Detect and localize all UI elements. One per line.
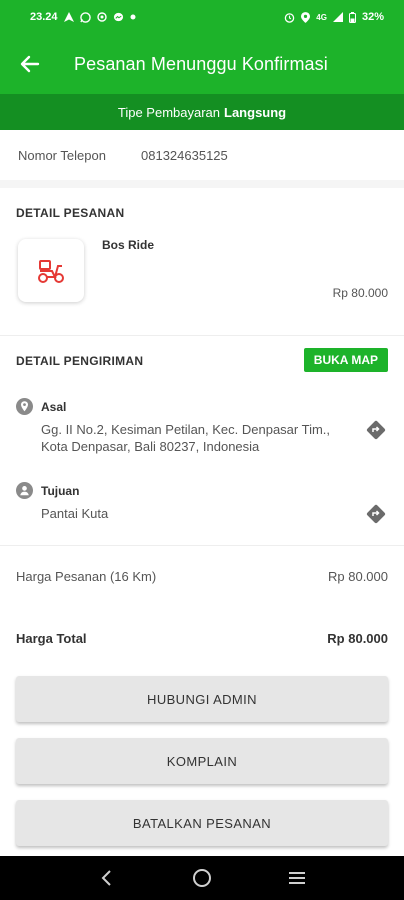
map-pin-icon bbox=[16, 398, 33, 415]
order-price-row: Harga Pesanan (16 Km) Rp 80.000 bbox=[0, 546, 404, 606]
system-nav-bar bbox=[0, 856, 404, 900]
scooter-icon bbox=[38, 259, 64, 283]
origin-address-line1: Gg. II No.2, Kesiman Petilan, Kec. Denpa… bbox=[41, 422, 331, 437]
alarm-icon bbox=[284, 12, 295, 23]
person-pin-icon bbox=[16, 482, 33, 499]
phone-row: Nomor Telepon 081324635125 bbox=[0, 130, 404, 188]
home-circle-icon bbox=[192, 869, 211, 887]
directions-icon[interactable] bbox=[366, 420, 386, 440]
status-bar: 23.24 4G 32% bbox=[0, 0, 404, 34]
destination-address: Pantai Kuta bbox=[41, 506, 109, 521]
origin-address-line2: Kota Denpasar, Bali 80237, Indonesia bbox=[41, 439, 260, 454]
origin-label: Asal bbox=[41, 399, 67, 414]
total-price-label: Harga Total bbox=[16, 630, 87, 646]
order-price-value: Rp 80.000 bbox=[328, 568, 388, 584]
nav-back-button[interactable] bbox=[92, 863, 122, 893]
order-detail-section: DETAIL PESANAN Bos Ride Rp 80.000 bbox=[0, 188, 404, 336]
product-thumbnail bbox=[18, 239, 84, 302]
status-right: 4G 32% bbox=[284, 11, 384, 23]
network-type: 4G bbox=[316, 12, 327, 22]
navigation-icon bbox=[63, 12, 74, 22]
delivery-detail-title: DETAIL PENGIRIMAN bbox=[16, 354, 144, 368]
page-title: Pesanan Menunggu Konfirmasi bbox=[74, 53, 328, 74]
signal-icon bbox=[332, 12, 343, 22]
phone-label: Nomor Telepon bbox=[18, 147, 106, 163]
back-button[interactable] bbox=[16, 50, 44, 78]
directions-icon[interactable] bbox=[366, 504, 386, 524]
product-price: Rp 80.000 bbox=[332, 286, 388, 300]
contact-admin-button[interactable]: HUBUNGI ADMIN bbox=[16, 676, 388, 722]
origin-location: Asal Gg. II No.2, Kesiman Petilan, Kec. … bbox=[16, 398, 388, 455]
chevron-left-icon bbox=[101, 870, 112, 886]
payment-type-label: Tipe Pembayaran bbox=[117, 104, 221, 120]
destination-location: Tujuan Pantai Kuta bbox=[16, 482, 388, 524]
status-left: 23.24 bbox=[30, 11, 136, 23]
origin-header: Asal bbox=[16, 398, 388, 415]
origin-address: Gg. II No.2, Kesiman Petilan, Kec. Denpa… bbox=[41, 421, 361, 455]
payment-type-banner: Tipe Pembayaran Langsung bbox=[0, 94, 404, 130]
dot-icon bbox=[130, 14, 136, 20]
content: Nomor Telepon 081324635125 DETAIL PESANA… bbox=[0, 130, 404, 846]
messenger-icon bbox=[113, 12, 124, 23]
app-bar: Pesanan Menunggu Konfirmasi bbox=[0, 34, 404, 94]
delivery-detail-section: DETAIL PENGIRIMAN BUKA MAP Asal Gg. II N… bbox=[0, 336, 404, 546]
order-price-label: Harga Pesanan (16 Km) bbox=[16, 568, 157, 584]
menu-lines-icon bbox=[288, 872, 305, 884]
phone-value: 081324635125 bbox=[141, 147, 228, 163]
battery-level: 32% bbox=[361, 11, 384, 23]
product-name: Bos Ride bbox=[102, 238, 155, 252]
destination-label: Tujuan bbox=[41, 483, 80, 498]
battery-icon bbox=[348, 11, 356, 23]
nav-home-button[interactable] bbox=[187, 863, 217, 893]
location-icon bbox=[301, 11, 311, 23]
nav-recents-button[interactable] bbox=[282, 863, 312, 893]
status-time: 23.24 bbox=[30, 11, 58, 23]
complain-button[interactable]: KOMPLAIN bbox=[16, 738, 388, 784]
order-detail-title: DETAIL PESANAN bbox=[16, 206, 125, 220]
open-map-button[interactable]: BUKA MAP bbox=[303, 348, 388, 372]
payment-type-value: Langsung bbox=[224, 104, 287, 120]
cancel-order-button[interactable]: BATALKAN PESANAN bbox=[16, 800, 388, 846]
total-price-row: Harga Total Rp 80.000 bbox=[0, 606, 404, 670]
total-price-value: Rp 80.000 bbox=[327, 630, 388, 646]
destination-header: Tujuan bbox=[16, 482, 388, 499]
link-icon bbox=[96, 12, 107, 22]
arrow-left-icon bbox=[20, 55, 40, 73]
whatsapp-icon bbox=[79, 11, 91, 23]
